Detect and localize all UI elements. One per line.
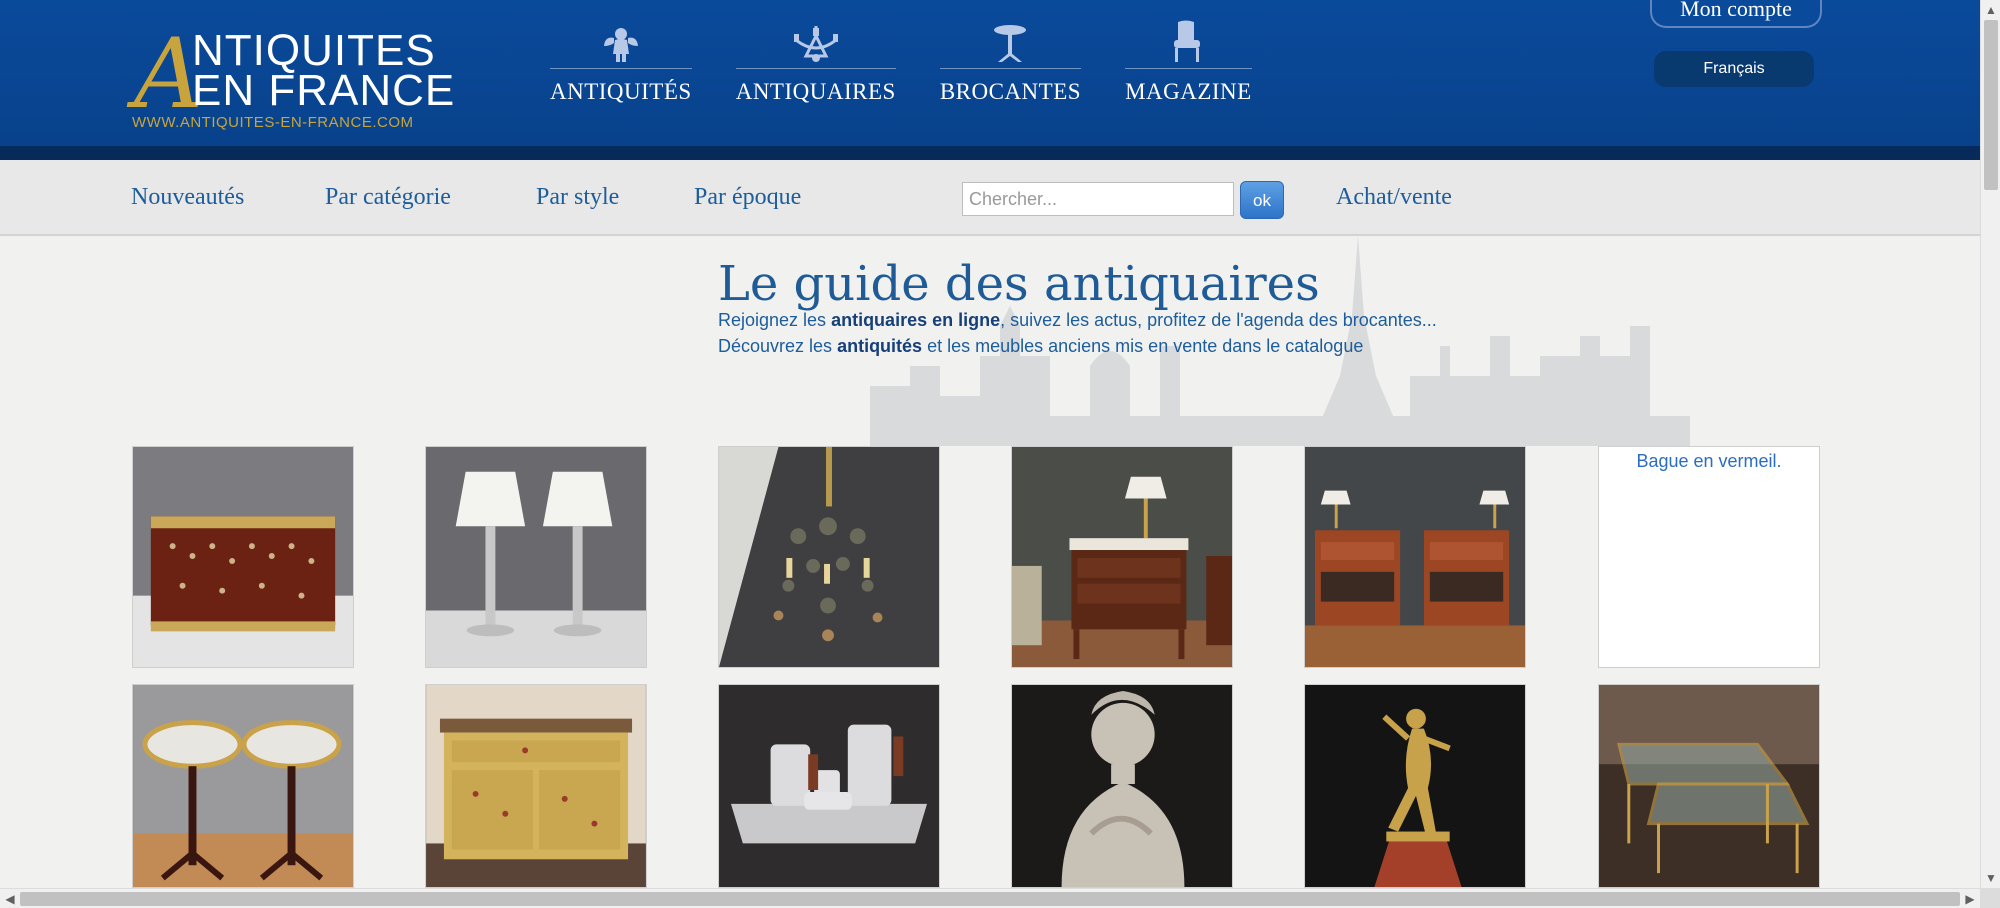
nav-link-par-categorie[interactable]: Par catégorie — [325, 184, 451, 211]
bedside-table-lamp-image — [1012, 447, 1232, 667]
search-submit-button[interactable]: ok — [1240, 181, 1284, 219]
nav-rule — [1125, 68, 1252, 69]
header-bottom-band — [0, 146, 1980, 160]
crystal-chandelier-image — [719, 447, 939, 667]
scroll-left-icon[interactable]: ◀ — [0, 889, 20, 908]
product-thumb-silver-lamps[interactable] — [425, 446, 647, 668]
product-thumb-marble-bust[interactable] — [1011, 684, 1233, 888]
product-thumb-painted-commode[interactable] — [425, 684, 647, 888]
main-nav-antiquaires[interactable]: ANTIQUAIRES — [735, 22, 896, 105]
vertical-scroll-thumb[interactable] — [1984, 20, 1998, 190]
nav-rule — [939, 68, 1082, 69]
main-nav-label: BROCANTES — [939, 79, 1082, 104]
account-button[interactable]: Mon compte — [1650, 0, 1822, 28]
inlaid-casket-image — [133, 447, 353, 667]
link-antiquaires-en-ligne[interactable]: antiquaires en ligne — [831, 310, 1000, 330]
nav-link-par-style[interactable]: Par style — [536, 184, 619, 211]
intro-text: Rejoignez les — [718, 310, 832, 330]
scroll-right-icon[interactable]: ▶ — [1960, 889, 1980, 908]
gueridon-table-icon — [992, 22, 1028, 68]
nav-link-achat-vente[interactable]: Achat/vente — [1336, 184, 1452, 211]
main-nav-label: ANTIQUITÉS — [550, 79, 692, 104]
painted-commode-image — [426, 685, 646, 887]
scroll-up-icon[interactable]: ▲ — [1981, 0, 2000, 20]
chandelier-icon — [792, 22, 840, 68]
glass-nesting-tables-image — [1599, 685, 1819, 887]
nav-link-par-epoque[interactable]: Par époque — [694, 184, 801, 211]
product-thumb-inlaid-casket[interactable] — [132, 446, 354, 668]
nav-rule — [550, 68, 692, 69]
broken-image-alt-text: Bague en vermeil. — [1636, 451, 1782, 471]
language-selector[interactable]: Français — [1654, 51, 1814, 87]
intro-text: Découvrez les — [718, 336, 838, 356]
intro-line-1: Rejoignez les antiquaires en ligne, suiv… — [718, 310, 1437, 331]
logo-url: WWW.ANTIQUITES-EN-FRANCE.COM — [132, 114, 414, 131]
pair-bedside-tables-image — [1305, 447, 1525, 667]
site-header: A NTIQUITES EN FRANCE WWW.ANTIQUITES-EN-… — [0, 0, 1980, 160]
product-thumb-bedside-table[interactable] — [1011, 446, 1233, 668]
product-thumb-chandelier[interactable] — [718, 446, 940, 668]
main-nav-label: ANTIQUAIRES — [735, 79, 896, 104]
horizontal-scrollbar[interactable]: ◀ ▶ — [0, 888, 1980, 908]
link-antiquites[interactable]: antiquités — [837, 336, 922, 356]
product-thumb-glass-tables[interactable] — [1598, 684, 1820, 888]
marble-gueridons-pair-image — [133, 685, 353, 887]
intro-line-2: Découvrez les antiquités et les meubles … — [718, 336, 1363, 357]
horizontal-scroll-thumb[interactable] — [20, 892, 1960, 906]
scrollbar-corner — [1980, 888, 2000, 908]
armchair-icon — [1172, 20, 1204, 68]
main-nav: ANTIQUITÉS ANTIQUAIRES BROCANTES MAGAZIN… — [550, 20, 1296, 105]
nav-rule — [735, 68, 896, 69]
logo-line-2: EN FRANCE — [192, 66, 456, 115]
search-input[interactable] — [962, 182, 1234, 216]
silver-lamps-pair-image — [426, 447, 646, 667]
main-nav-magazine[interactable]: MAGAZINE — [1125, 20, 1252, 105]
product-thumb-pair-bedside-tables[interactable] — [1304, 446, 1526, 668]
marble-bust-image — [1012, 685, 1232, 887]
product-thumb-silver-tea-set[interactable] — [718, 684, 940, 888]
vertical-scrollbar[interactable]: ▲ ▼ — [1980, 0, 2000, 888]
nav-link-nouveautes[interactable]: Nouveautés — [131, 184, 244, 211]
product-thumb-marble-gueridons[interactable] — [132, 684, 354, 888]
cherub-icon — [601, 22, 641, 68]
main-nav-brocantes[interactable]: BROCANTES — [939, 22, 1082, 105]
page-title: Le guide des antiquaires — [718, 256, 1320, 312]
silver-tea-set-image — [719, 685, 939, 887]
site-logo[interactable]: A NTIQUITES EN FRANCE WWW.ANTIQUITES-EN-… — [130, 24, 454, 134]
intro-text: , suivez les actus, profitez de l'agenda… — [1000, 310, 1437, 330]
main-nav-antiquites[interactable]: ANTIQUITÉS — [550, 22, 692, 105]
product-thumb-bague-en-vermeil[interactable]: Bague en vermeil. — [1598, 446, 1820, 668]
bronze-dancer-statue-image — [1305, 685, 1525, 887]
intro-text: et les meubles anciens mis en vente dans… — [922, 336, 1364, 356]
main-nav-label: MAGAZINE — [1125, 79, 1252, 104]
category-nav: Nouveautés Par catégorie Par style Par é… — [0, 160, 1980, 236]
scroll-down-icon[interactable]: ▼ — [1981, 868, 2000, 888]
product-thumb-bronze-dancer[interactable] — [1304, 684, 1526, 888]
